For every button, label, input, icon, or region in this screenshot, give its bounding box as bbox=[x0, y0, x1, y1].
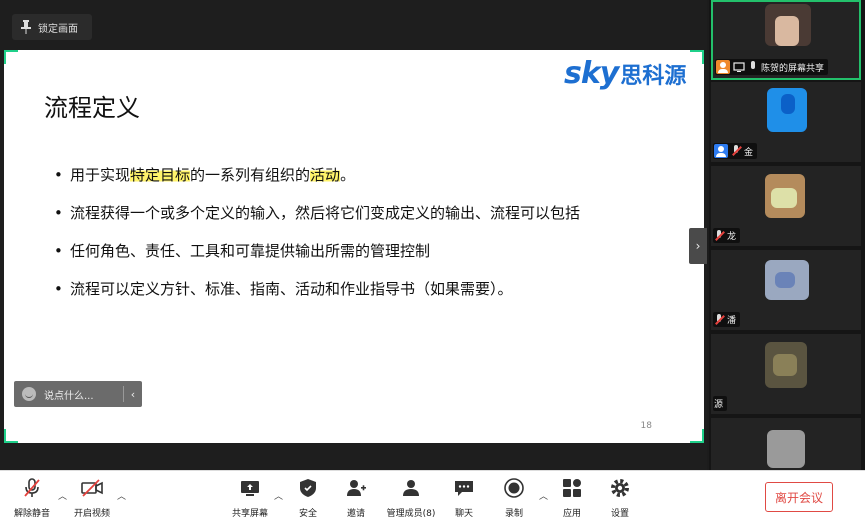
collapse-gallery-button[interactable]: › bbox=[689, 228, 707, 264]
logo-latin: sky bbox=[564, 56, 619, 91]
add-user-icon bbox=[347, 480, 366, 496]
participant-name: 源 bbox=[714, 400, 724, 410]
gear-icon bbox=[611, 479, 629, 497]
participant-name: 潘 bbox=[727, 316, 737, 326]
participant-namebar: 潘 bbox=[713, 312, 741, 327]
shared-screen-area: 锁定画面 sky 思科源 流程定义 用于实现特定目标的一系列有组织的活动。 流程… bbox=[0, 0, 707, 470]
participant-tile[interactable]: 金 bbox=[711, 82, 861, 162]
video-feed bbox=[775, 16, 799, 46]
screen-share-icon bbox=[733, 62, 745, 72]
slide-title: 流程定义 bbox=[44, 94, 140, 122]
participant-namebar: 金 bbox=[713, 143, 758, 159]
participant-namebar: 陈贺的屏幕共享 bbox=[715, 59, 829, 75]
participant-tile[interactable]: 潘 bbox=[711, 250, 861, 330]
slide-corner-marker bbox=[4, 429, 18, 443]
start-video-label: 开启视频 bbox=[73, 509, 110, 519]
share-screen-button[interactable]: 共享屏幕 bbox=[222, 477, 278, 519]
lock-screen-label: 锁定画面 bbox=[38, 23, 78, 35]
pin-icon bbox=[21, 20, 31, 34]
record-icon bbox=[504, 478, 524, 498]
video-feed bbox=[771, 188, 797, 208]
participant-namebar: 源 bbox=[713, 396, 728, 411]
chat-placeholder: 说点什么... bbox=[44, 390, 94, 402]
participant-gallery: 陈贺的屏幕共享 金 龙 潘 源 bbox=[709, 0, 865, 470]
chat-label: 聊天 bbox=[454, 509, 473, 519]
participant-name: 龙 bbox=[727, 232, 737, 242]
meeting-toolbar: 解除静音 ︿ 开启视频 ︿ 共享屏幕 ︿ 安全 邀请 管理成员(8) 聊天 录制… bbox=[0, 470, 865, 525]
bullet-text: 用于实现 bbox=[70, 166, 131, 184]
logo-chinese: 思科源 bbox=[620, 63, 687, 89]
video-feed bbox=[773, 354, 797, 376]
record-button[interactable]: 录制 bbox=[486, 477, 542, 519]
participant-namebar: 龙 bbox=[713, 228, 741, 243]
bullet-text: 的一系列有组织的 bbox=[190, 166, 311, 184]
video-feed bbox=[767, 430, 805, 468]
mic-icon bbox=[748, 61, 758, 73]
start-video-button[interactable]: 开启视频 bbox=[64, 477, 120, 519]
participant-name: 金 bbox=[744, 147, 754, 158]
video-feed bbox=[775, 272, 795, 288]
slide-corner-marker bbox=[690, 50, 704, 64]
chevron-left-icon[interactable]: ‹ bbox=[124, 388, 142, 401]
lock-screen-button[interactable]: 锁定画面 bbox=[12, 14, 92, 40]
video-feed bbox=[781, 94, 795, 114]
user-icon bbox=[714, 144, 728, 158]
members-icon bbox=[403, 480, 419, 496]
participant-tile[interactable]: 源 bbox=[711, 334, 861, 414]
chat-icon bbox=[455, 481, 473, 496]
slide-corner-marker bbox=[4, 50, 18, 64]
company-logo: sky 思科源 bbox=[564, 56, 686, 91]
participant-tile[interactable]: 龙 bbox=[711, 166, 861, 246]
bullet-item: 任何角色、责任、工具和可靠提供输出所需的管理控制 bbox=[54, 238, 674, 264]
bullet-item: 流程获得一个或多个定义的输入，然后将它们变成定义的输出、流程可以包括 bbox=[54, 200, 674, 226]
bullet-item: 用于实现特定目标的一系列有组织的活动。 bbox=[54, 162, 674, 188]
slide-bullet-list: 用于实现特定目标的一系列有组织的活动。 流程获得一个或多个定义的输入，然后将它们… bbox=[54, 162, 674, 314]
unmute-label: 解除静音 bbox=[13, 509, 50, 519]
share-screen-label: 共享屏幕 bbox=[231, 509, 268, 519]
participant-name: 陈贺的屏幕共享 bbox=[761, 63, 825, 74]
unmute-button[interactable]: 解除静音 bbox=[4, 477, 60, 519]
chat-quick-input[interactable]: 说点什么... ‹ bbox=[14, 381, 142, 407]
mic-muted-icon bbox=[731, 145, 741, 157]
host-icon bbox=[716, 60, 730, 74]
slide-page-number: 18 bbox=[640, 421, 652, 431]
participant-tile[interactable]: 陈贺的屏幕共享 bbox=[711, 0, 861, 80]
emoji-icon[interactable] bbox=[22, 387, 36, 401]
leave-meeting-button[interactable]: 离开会议 bbox=[765, 482, 833, 512]
highlighted-text: 活动 bbox=[310, 166, 341, 184]
bullet-item: 流程可以定义方针、标准、指南、活动和作业指导书（如果需要）。 bbox=[54, 276, 674, 302]
participant-tile[interactable] bbox=[711, 418, 861, 470]
chat-button[interactable]: 聊天 bbox=[436, 477, 492, 519]
highlighted-text: 特定目标 bbox=[130, 166, 191, 184]
video-options-caret[interactable]: ︿ bbox=[117, 489, 126, 502]
settings-label: 设置 bbox=[610, 509, 629, 519]
mic-muted-icon bbox=[24, 478, 40, 497]
camera-off-icon bbox=[81, 479, 103, 497]
bullet-text: 。 bbox=[340, 166, 356, 184]
settings-button[interactable]: 设置 bbox=[592, 477, 648, 519]
mic-muted-icon bbox=[714, 229, 724, 242]
record-label: 录制 bbox=[504, 509, 523, 519]
share-screen-icon bbox=[241, 481, 259, 496]
mic-muted-icon bbox=[714, 313, 724, 326]
meeting-window: 锁定画面 sky 思科源 流程定义 用于实现特定目标的一系列有组织的活动。 流程… bbox=[0, 0, 865, 525]
chevron-right-icon: › bbox=[695, 239, 701, 253]
slide-corner-marker bbox=[690, 429, 704, 443]
shield-icon bbox=[300, 479, 316, 497]
apps-icon bbox=[563, 479, 581, 497]
